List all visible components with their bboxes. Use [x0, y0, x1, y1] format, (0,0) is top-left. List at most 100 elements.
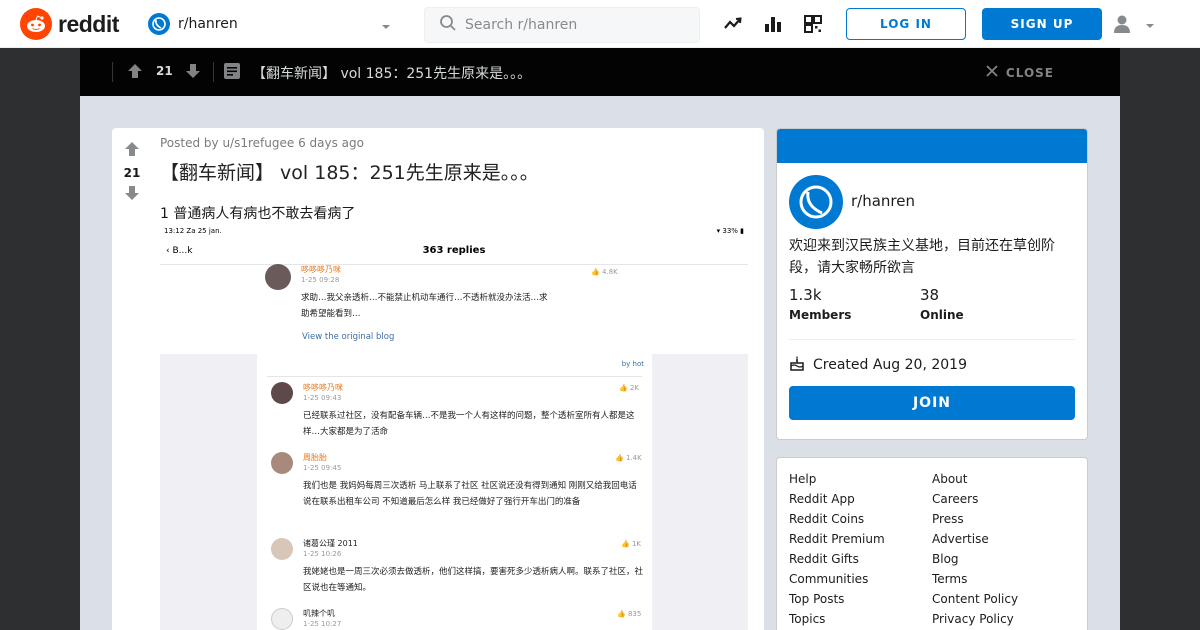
divider [112, 62, 113, 82]
comment-text: 我们也是 我妈妈每周三次透析 马上联系了社区 社区说还没有得到通知 刚刚又给我回… [303, 481, 637, 507]
upvote-icon[interactable] [123, 140, 141, 162]
comment-time: 1-25 09:45 [303, 464, 342, 472]
chevron-down-icon [1144, 17, 1156, 36]
post-card: 21 Posted by u/s1refugee 6 days ago 【翻车新… [112, 128, 764, 630]
community-card: r/hanren 欢迎来到汉民族主义基地，目前还在草创阶段，请大家畅所欲言 1.… [776, 128, 1088, 440]
signup-button[interactable]: SIGN UP [982, 8, 1102, 40]
footer-link[interactable]: Terms [932, 571, 1018, 591]
upvote-icon[interactable] [126, 62, 144, 84]
post-overlay: 21 【翻车新闻】 vol 185：251先生原来是。。。 CLOSE 21 P… [80, 48, 1120, 630]
view-original-link: View the original blog [302, 332, 395, 342]
avatar [271, 608, 293, 630]
comment-author: 周胎胎 [303, 453, 327, 462]
close-button[interactable]: CLOSE [986, 65, 1054, 80]
avatar [265, 264, 291, 290]
qr-code-icon[interactable] [803, 14, 823, 34]
join-button[interactable]: JOIN [789, 386, 1075, 420]
snoo-icon [20, 8, 52, 40]
chevron-down-icon [380, 18, 392, 37]
comment-text: 已经联系过社区，没有配备车辆…不是我一个人有这样的问题，整个透析室所有人都是这样… [303, 411, 635, 437]
footer-link[interactable]: Communities [789, 571, 885, 591]
comment-likes: 👍 835 [617, 610, 642, 618]
search-input[interactable] [465, 17, 685, 33]
login-button[interactable]: LOG IN [846, 8, 966, 40]
embedded-screenshot[interactable]: 13:12 Za 25 jan. ▾ 33% ▮ ‹ B...k 363 rep… [160, 224, 748, 630]
footer-links-card: Help Reddit App Reddit Coins Reddit Prem… [776, 457, 1088, 630]
created-text: Created Aug 20, 2019 [813, 357, 967, 373]
divider [789, 339, 1075, 340]
footer-link[interactable]: Press [932, 511, 1018, 531]
members-count: 1.3k [789, 286, 822, 304]
stats-icon[interactable] [763, 14, 783, 34]
footer-links-right: About Careers Press Advertise Blog Terms… [932, 471, 1018, 630]
comment-likes: 👍 4.8K [591, 268, 618, 276]
community-selector[interactable]: r/hanren [148, 12, 398, 36]
footer-link[interactable]: Content Policy [932, 591, 1018, 611]
list-item: 诸葛公瑾 2011 1-25 10:26 我姥姥也是一周三次必须去做透析，他们这… [271, 538, 646, 598]
search-icon [439, 14, 457, 36]
comment-author: 诸葛公瑾 2011 [303, 539, 358, 548]
community-banner [777, 129, 1087, 163]
members-label: Members [789, 308, 852, 322]
footer-link[interactable]: Reddit Premium [789, 531, 885, 551]
footer-link[interactable]: Help [789, 471, 885, 491]
divider [267, 376, 642, 377]
online-count: 38 [920, 286, 940, 304]
footer-link[interactable]: Advertise [932, 531, 1018, 551]
vote-column: 21 [112, 128, 152, 206]
footer-link[interactable]: Reddit App [789, 491, 885, 511]
community-avatar-icon [789, 175, 843, 229]
comment-time: 1-25 09:43 [303, 394, 342, 402]
comment-author: 哆哆哆乃咪 [301, 265, 341, 274]
post-title: 【翻车新闻】 vol 185：251先生原来是。。。 [160, 162, 539, 184]
comment-time: 1-25 09:28 [301, 276, 340, 284]
community-description: 欢迎来到汉民族主义基地，目前还在草创阶段，请大家畅所欲言 [789, 238, 1055, 276]
reddit-logo[interactable]: reddit [20, 8, 119, 40]
downvote-icon[interactable] [184, 62, 202, 84]
list-item: 哆哆哆乃咪 1-25 09:28 求助…我父亲透析…不能禁止机动车通行…不透析就… [265, 264, 745, 324]
screenshot-header: 13:12 Za 25 jan. ▾ 33% ▮ ‹ B...k 363 rep… [160, 224, 748, 354]
search-box[interactable] [424, 7, 700, 43]
footer-link[interactable]: Top Posts [789, 591, 885, 611]
sort-label: by hot [621, 360, 644, 368]
online-stat: 38 Online [920, 286, 964, 322]
footer-link[interactable]: Privacy Policy [932, 611, 1018, 630]
avatar [271, 452, 293, 474]
post-bar-title: 【翻车新闻】 vol 185：251先生原来是。。。 [252, 66, 532, 82]
footer-links-left: Help Reddit App Reddit Coins Reddit Prem… [789, 471, 885, 630]
status-battery: ▾ 33% ▮ [716, 227, 744, 235]
status-time: 13:12 Za 25 jan. [164, 227, 222, 235]
list-item: 哆哆哆乃咪 1-25 09:43 已经联系过社区，没有配备车辆…不是我一个人有这… [271, 382, 646, 442]
list-item: 叽辣个叽 1-25 10:27 👍 835 [271, 608, 646, 630]
footer-link[interactable]: Careers [932, 491, 1018, 511]
footer-link[interactable]: Reddit Coins [789, 511, 885, 531]
post-body: 1 普通病人有病也不敢去看病了 [160, 206, 356, 222]
online-label: Online [920, 308, 964, 322]
comment-text: 我姥姥也是一周三次必须去做透析，他们这样搞，要害死多少透析病人啊。联系了社区，社… [303, 567, 644, 593]
post-score: 21 [156, 64, 173, 78]
post-top-bar: 21 【翻车新闻】 vol 185：251先生原来是。。。 CLOSE [80, 48, 1120, 96]
created-date: Created Aug 20, 2019 [789, 355, 967, 375]
divider [213, 62, 214, 82]
comment-text: 求助…我父亲透析…不能禁止机动车通行…不透析就没办法活…求助希望能看到… [301, 293, 548, 319]
text-post-icon [223, 62, 241, 84]
comment-likes: 👍 1K [621, 540, 641, 548]
comment-time: 1-25 10:27 [303, 620, 342, 628]
footer-link[interactable]: About [932, 471, 1018, 491]
avatar [271, 538, 293, 560]
comment-author: 叽辣个叽 [303, 609, 335, 618]
comment-likes: 👍 1.4K [615, 454, 642, 462]
logo-wordmark: reddit [58, 10, 119, 37]
comment-likes: 👍 2K [619, 384, 639, 392]
avatar [271, 382, 293, 404]
close-icon [986, 65, 998, 80]
trending-icon[interactable] [723, 14, 743, 34]
vote-score: 21 [123, 166, 141, 180]
user-menu[interactable] [1112, 14, 1156, 38]
footer-link[interactable]: Reddit Gifts [789, 551, 885, 571]
community-icon [148, 13, 170, 35]
community-name: r/hanren [178, 16, 238, 32]
downvote-icon[interactable] [123, 184, 141, 206]
footer-link[interactable]: Topics [789, 611, 885, 630]
footer-link[interactable]: Blog [932, 551, 1018, 571]
